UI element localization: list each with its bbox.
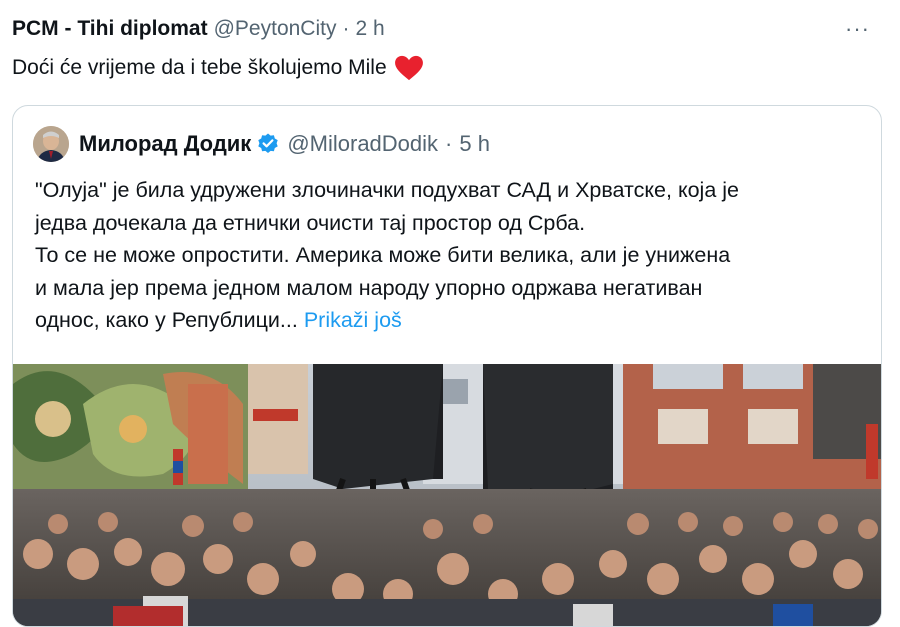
show-more-link[interactable]: Prikaži još [304,308,402,332]
avatar[interactable] [33,126,69,162]
quoted-tweet-photo[interactable] [13,364,881,626]
tweet-text: Doći će vrijeme da i tebe školujemo Mile [12,55,424,81]
author-name[interactable]: PCM - Tihi diplomat [12,17,208,41]
quoted-text-line: и мала јер према једном малом народу упо… [35,275,703,300]
tweet-text-content: Doći će vrijeme da i tebe školujemo Mile [12,56,387,79]
quoted-text-tail: однос, како у Републици... [35,308,298,332]
author-handle[interactable]: @PeytonCity [214,17,337,41]
quoted-text-line: једва дочекала да етнички очисти тај про… [35,210,586,235]
separator-dot: · [342,17,350,40]
quoted-text-line-last: однос, како у Републици... Prikaži još [35,304,865,337]
verified-badge-icon [258,133,279,153]
quoted-tweet-card[interactable]: Милорад Додик @MiloradDodik · 5 h "Олуја… [12,105,882,627]
rally-crowd-photo [13,364,881,626]
red-heart-icon [394,55,423,81]
separator-dot: · [445,131,453,156]
quoted-tweet-header: Милорад Додик @MiloradDodik · 5 h [33,126,490,162]
quoted-text-line: "Олуја" је била удружени злочиначки поду… [35,178,739,202]
quoted-tweet-timestamp[interactable]: 5 h [459,131,490,157]
quoted-text-line: То се не може опростити. Америка може би… [35,243,731,267]
more-options-icon[interactable]: ··· [845,16,870,42]
quoted-author-handle[interactable]: @MiloradDodik [287,131,438,157]
tweet-header: PCM - Tihi diplomat @PeytonCity · 2 h ··… [12,14,888,44]
quoted-author-name[interactable]: Милорад Додик [79,131,251,157]
quoted-tweet-text: "Олуја" је била удружени злочиначки поду… [35,174,865,337]
tweet-timestamp[interactable]: 2 h [355,17,384,41]
